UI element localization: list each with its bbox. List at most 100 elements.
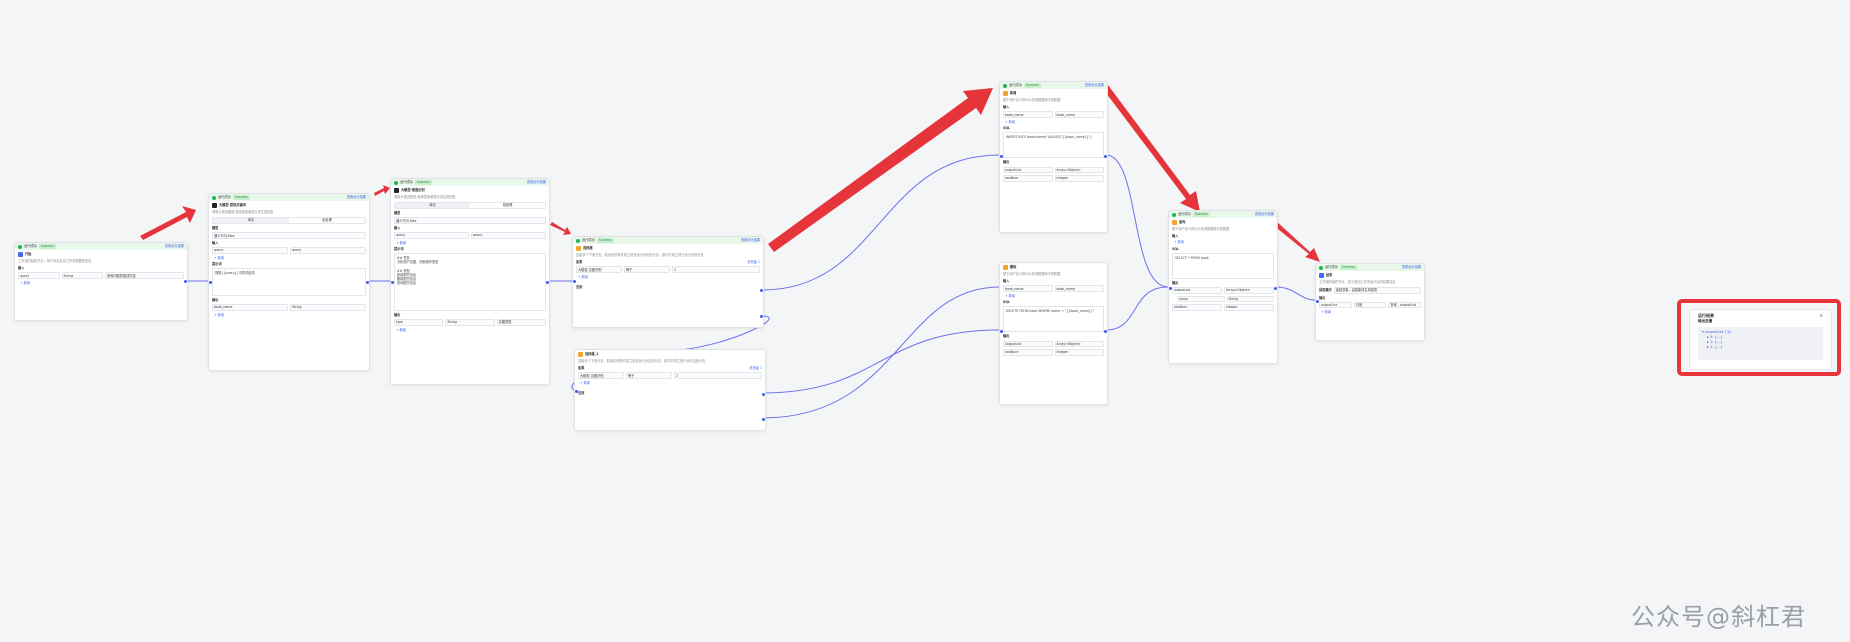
input-port[interactable] — [1000, 330, 1003, 333]
database-icon — [1003, 265, 1008, 270]
condition-var-select[interactable]: 大模型-意图识别 — [576, 266, 622, 273]
answer-mode-select[interactable]: 返回变量，由智能体生成回答 — [1333, 287, 1421, 294]
input-name-field[interactable]: query — [394, 232, 469, 239]
input-name-field[interactable]: book_name — [1003, 111, 1053, 118]
output-name-field: outputList — [1003, 340, 1053, 348]
node-title: 结束 — [1326, 273, 1333, 278]
sql-editor[interactable]: INSERT INTO book(name) VALUES("{{book_na… — [1003, 132, 1104, 159]
add-condition-button[interactable]: + 新增 — [573, 274, 763, 280]
else-port[interactable] — [762, 418, 765, 421]
llm-extract-node[interactable]: 运行成功 Success 查看运行结果 大模型-提取关键词 调用大语言模型,使用变量… — [208, 193, 370, 371]
condition-node-2[interactable]: 选择器_1 连接多个下游分支，若设定的条件成立则仅运行对应的分支，若均不成立则只… — [574, 349, 766, 431]
var-desc-field[interactable]: 查询问题的描述内容 — [105, 272, 184, 279]
sql-section-title: SQL — [1003, 126, 1011, 131]
output-type-field: Integer — [1054, 175, 1104, 182]
view-result-link[interactable]: 查看运行结果 — [527, 180, 546, 184]
view-result-link[interactable]: 查看运行结果 — [1085, 83, 1104, 87]
condition-value-field[interactable]: 1 — [672, 266, 760, 273]
output-name-field[interactable]: book_name — [212, 304, 288, 311]
tab-single[interactable]: 单次 — [213, 218, 289, 224]
mode-switch[interactable]: 单次 批处理 — [394, 202, 546, 210]
output-port[interactable] — [184, 280, 187, 283]
output-port[interactable] — [366, 281, 369, 284]
sql-section-title: SQL — [1003, 300, 1011, 305]
status-badge: Success — [1192, 212, 1210, 217]
output-port[interactable] — [546, 281, 549, 284]
input-source-select[interactable]: book_name — [1054, 111, 1104, 118]
input-port[interactable] — [391, 281, 394, 284]
output-port[interactable] — [1104, 155, 1107, 158]
view-result-link[interactable]: 查看运行结果 — [1402, 265, 1421, 269]
run-status: 运行成功 — [1178, 212, 1191, 217]
highlight-box — [1677, 299, 1841, 376]
start-node[interactable]: 运行成功 Success 查看运行结果 开始 工作流的起始节点，用于设定启动工作流需… — [14, 242, 188, 321]
add-output-button[interactable]: + 新增 — [1316, 309, 1424, 315]
output-port[interactable] — [1104, 330, 1107, 333]
tab-batch[interactable]: 批处理 — [289, 218, 365, 223]
success-icon — [212, 195, 216, 200]
output-port[interactable] — [1274, 287, 1277, 290]
mode-switch[interactable]: 单次 批处理 — [212, 217, 366, 225]
node-description: 调用大语言模型,使用变量和提示词生成回复 — [394, 195, 456, 199]
node-title: 删除 — [1010, 265, 1017, 270]
output-name-field[interactable]: type — [394, 319, 444, 326]
sql-delete-node[interactable]: 删除 基于用户定义的SQL查询数据库中的数据 输入 book_name book_… — [999, 262, 1108, 405]
add-output-button[interactable]: + 新增 — [391, 327, 549, 333]
input-source-select[interactable]: book_name — [1054, 285, 1104, 292]
output-name-field[interactable]: outputList — [1319, 301, 1352, 309]
input-port[interactable] — [1316, 300, 1319, 303]
if-label: 如果 — [576, 260, 583, 265]
input-port[interactable] — [575, 390, 578, 393]
condition-node[interactable]: 运行成功 Success 查看运行结果 选择器 连接多个下游分支，若设定的条件成立则… — [572, 236, 764, 328]
output-type-select[interactable]: 引用 — [1353, 301, 1387, 309]
output-type-select[interactable]: String — [445, 319, 495, 326]
condition-op-select[interactable]: 等于 — [626, 372, 672, 379]
success-icon — [576, 238, 580, 243]
condition-op-select[interactable]: 等于 — [624, 266, 670, 273]
input-port[interactable] — [1000, 155, 1003, 158]
prompt-editor[interactable]: ## 任务 分析用户意图，判断操作类型 ## 类型 新增图书信息 删除图书信息 … — [394, 253, 546, 312]
database-icon — [1003, 91, 1008, 96]
prompt-editor[interactable]: 提取{{query}}中的关键词 — [212, 268, 366, 297]
condition-value-field[interactable]: 2 — [674, 372, 762, 379]
sql-query-node[interactable]: 运行成功 Success 查看运行结果 查询 基于用户定义的SQL查询数据库中的数据… — [1168, 210, 1278, 364]
tab-single[interactable]: 单次 — [395, 203, 470, 209]
condition-var-select[interactable]: 大模型-意图识别 — [578, 372, 624, 379]
output-desc-field[interactable]: 意图类型 — [496, 319, 546, 326]
tab-batch[interactable]: 批处理 — [470, 203, 545, 208]
else-port[interactable] — [760, 315, 763, 318]
if-port[interactable] — [760, 289, 763, 292]
sql-insert-node[interactable]: 运行成功 Success 查看运行结果 新增 基于用户定义的SQL查询数据库中的数据… — [999, 81, 1108, 233]
input-source-select[interactable]: query — [290, 247, 366, 254]
input-port[interactable] — [573, 280, 576, 283]
end-node[interactable]: 运行成功 Success 查看运行结果 结束 工作流的最终节点，用于返回工作流运行后… — [1315, 263, 1425, 341]
node-title: 大模型-意图识别 — [401, 188, 425, 193]
add-condition-button[interactable]: + 新增 — [575, 380, 765, 386]
sql-editor[interactable]: SELECT * FROM book — [1172, 252, 1274, 279]
model-select[interactable]: 通义千问-Max — [394, 217, 546, 224]
model-select[interactable]: 通义千问-Max — [212, 232, 366, 239]
var-name-field[interactable]: query — [18, 272, 60, 279]
view-result-link[interactable]: 查看运行结果 — [741, 238, 760, 242]
input-source-select[interactable]: query — [471, 232, 546, 239]
add-output-button[interactable]: + 新增 — [209, 312, 369, 318]
var-type-select[interactable]: String — [61, 272, 103, 279]
view-result-link[interactable]: 查看运行结果 — [1255, 212, 1274, 216]
status-badge: Success — [1023, 83, 1041, 88]
view-result-link[interactable]: 查看运行结果 — [165, 244, 184, 248]
output-source-select[interactable]: 查询 - outputList — [1388, 301, 1422, 309]
end-icon — [1319, 273, 1324, 278]
output-type-select[interactable]: String — [290, 304, 366, 311]
run-status: 运行成功 — [24, 244, 37, 249]
sql-section-title: SQL — [1172, 246, 1180, 251]
add-variable-button[interactable]: + 新增 — [15, 280, 187, 286]
input-name-field[interactable]: book_name — [1003, 285, 1053, 292]
view-result-link[interactable]: 查看运行结果 — [347, 195, 366, 199]
input-port[interactable] — [209, 281, 212, 284]
condition-icon — [576, 246, 581, 251]
input-port[interactable] — [1169, 287, 1172, 290]
llm-intent-node[interactable]: 运行成功 Success 查看运行结果 大模型-意图识别 调用大语言模型,使用变量和… — [390, 178, 550, 385]
if-port[interactable] — [762, 393, 765, 396]
input-name-field[interactable]: query — [212, 247, 288, 254]
sql-editor[interactable]: DELETE FROM book WHERE name = "{{book_na… — [1003, 306, 1104, 333]
